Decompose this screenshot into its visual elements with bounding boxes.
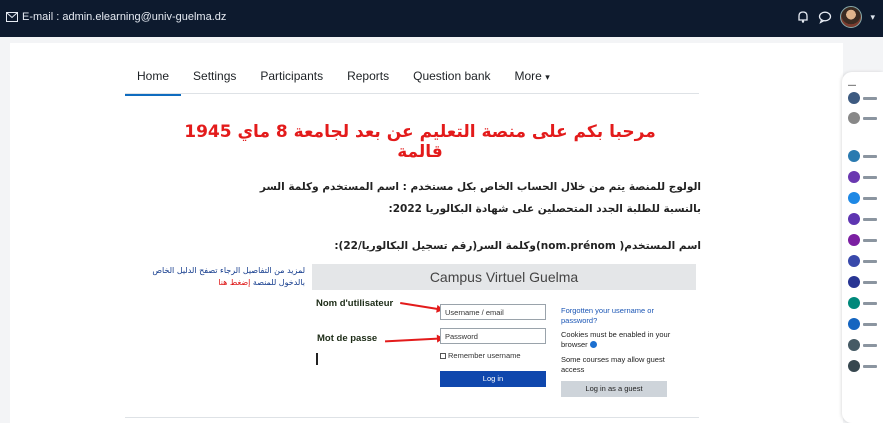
help-line-1: لمزيد من التفاصيل الرجاء تصفح الدليل الخ… <box>152 266 305 275</box>
cookies-notice: Cookies must be enabled in your browser <box>561 330 671 350</box>
page-area: Home Settings Participants Reports Quest… <box>0 37 883 423</box>
course-icon <box>848 318 860 330</box>
guest-login-button[interactable]: Log in as a guest <box>561 381 667 397</box>
login-heading: Campus Virtuel Guelma <box>312 264 696 290</box>
user-avatar[interactable] <box>840 6 863 28</box>
course-icon <box>848 339 860 351</box>
guest-access-text: Some courses may allow guest access <box>561 355 665 374</box>
tab-participants[interactable]: Participants <box>248 65 335 96</box>
course-icon <box>848 255 860 267</box>
course-icon <box>848 276 860 288</box>
login-panel: Campus Virtuel Guelma Nom d'utilisateur … <box>312 264 696 397</box>
course-name-bar <box>863 196 877 200</box>
course-icon <box>848 171 860 183</box>
help-line-2: بالدخول للمنصة إضغط هنا <box>130 277 305 289</box>
drawer-item[interactable] <box>848 150 877 162</box>
username-arrow <box>400 302 438 310</box>
course-index-drawer[interactable]: ▬▬ <box>842 72 883 423</box>
course-name-bar <box>863 322 877 326</box>
drawer-item[interactable] <box>848 112 877 124</box>
course-name-bar <box>863 259 877 263</box>
course-icon <box>848 297 860 309</box>
tab-question-bank[interactable]: Question bank <box>401 65 502 96</box>
course-icon <box>848 360 860 372</box>
instructions-line-3: اسم المستخدم( nom.prénom)وكلمة السر(رقم … <box>334 240 701 252</box>
tab-reports[interactable]: Reports <box>335 65 401 96</box>
email-contact: E-mail : admin.elearning@univ-guelma.dz <box>6 11 226 23</box>
course-icon <box>848 150 860 162</box>
drawer-item[interactable] <box>848 92 877 104</box>
username-caption: Nom d'utilisateur <box>316 298 394 309</box>
course-name-bar <box>863 96 877 100</box>
password-caption: Mot de passe <box>317 333 378 344</box>
email-label: E-mail : admin.elearning@univ-guelma.dz <box>22 11 227 23</box>
top-bar: E-mail : admin.elearning@univ-guelma.dz … <box>0 0 883 37</box>
course-icon <box>848 192 860 204</box>
username-input[interactable]: Username / email <box>440 304 546 320</box>
drawer-item[interactable] <box>848 255 877 267</box>
course-icon <box>848 92 860 104</box>
course-name-bar <box>863 154 877 158</box>
text-cursor <box>316 353 318 365</box>
instructions-line-2: بالنسبة للطلبة الجدد المتحصلين على شهادة… <box>388 203 701 215</box>
chevron-down-icon: ▾ <box>545 72 550 82</box>
drawer-item[interactable] <box>848 297 877 309</box>
chat-icon[interactable] <box>818 10 832 24</box>
course-name-bar <box>863 343 877 347</box>
tab-more-label: More <box>514 69 542 83</box>
content-divider <box>125 417 699 418</box>
tab-settings[interactable]: Settings <box>181 65 248 96</box>
course-name-bar <box>863 238 877 242</box>
course-name-bar <box>863 217 877 221</box>
course-name-bar <box>863 116 877 120</box>
user-menu-area: ▾ <box>796 6 875 28</box>
course-name-bar <box>863 364 877 368</box>
guide-help-text: لمزيد من التفاصيل الرجاء تصفح الدليل الخ… <box>130 265 305 289</box>
secondary-navigation: Home Settings Participants Reports Quest… <box>125 65 562 96</box>
drawer-item[interactable] <box>848 213 877 225</box>
help-icon[interactable] <box>589 341 597 348</box>
chevron-down-icon[interactable]: ▾ <box>870 12 875 23</box>
drawer-item[interactable] <box>848 192 877 204</box>
course-icon <box>848 213 860 225</box>
guide-link[interactable]: إضغط هنا <box>218 278 250 287</box>
cookies-text: Cookies must be enabled in your browser <box>561 330 671 349</box>
drawer-item[interactable] <box>848 234 877 246</box>
checkbox-box[interactable] <box>440 352 446 359</box>
drawer-item[interactable] <box>848 360 877 372</box>
password-arrow <box>384 337 439 343</box>
instructions-line-1: الولوج للمنصة يتم من خلال الحساب الخاص ب… <box>259 181 701 193</box>
login-button[interactable]: Log in <box>440 371 546 387</box>
tab-home[interactable]: Home <box>125 65 182 96</box>
drawer-item[interactable] <box>848 318 877 330</box>
mail-icon <box>6 12 18 22</box>
drawer-item[interactable] <box>848 276 877 288</box>
help-line-2-prefix: بالدخول للمنصة <box>252 278 305 287</box>
forgot-password-link[interactable]: Forgotten your username or password? <box>561 306 671 326</box>
password-input[interactable]: Password <box>440 328 546 344</box>
remember-label: Remember username <box>448 351 521 360</box>
course-name-bar <box>863 175 877 179</box>
nav-divider <box>125 93 699 94</box>
drawer-header: ▬▬ <box>848 82 856 87</box>
course-name-bar <box>863 280 877 284</box>
bell-icon[interactable] <box>796 10 810 24</box>
course-name-bar <box>863 301 877 305</box>
drawer-item[interactable] <box>848 339 877 351</box>
course-icon <box>848 234 860 246</box>
course-icon <box>848 112 860 124</box>
remember-username-checkbox[interactable]: Remember username <box>440 351 521 360</box>
welcome-title: مرحبا بكم على منصة التعليم عن بعد لجامعة… <box>184 122 656 162</box>
tab-more[interactable]: More ▾ <box>503 65 562 96</box>
drawer-item[interactable] <box>848 171 877 183</box>
